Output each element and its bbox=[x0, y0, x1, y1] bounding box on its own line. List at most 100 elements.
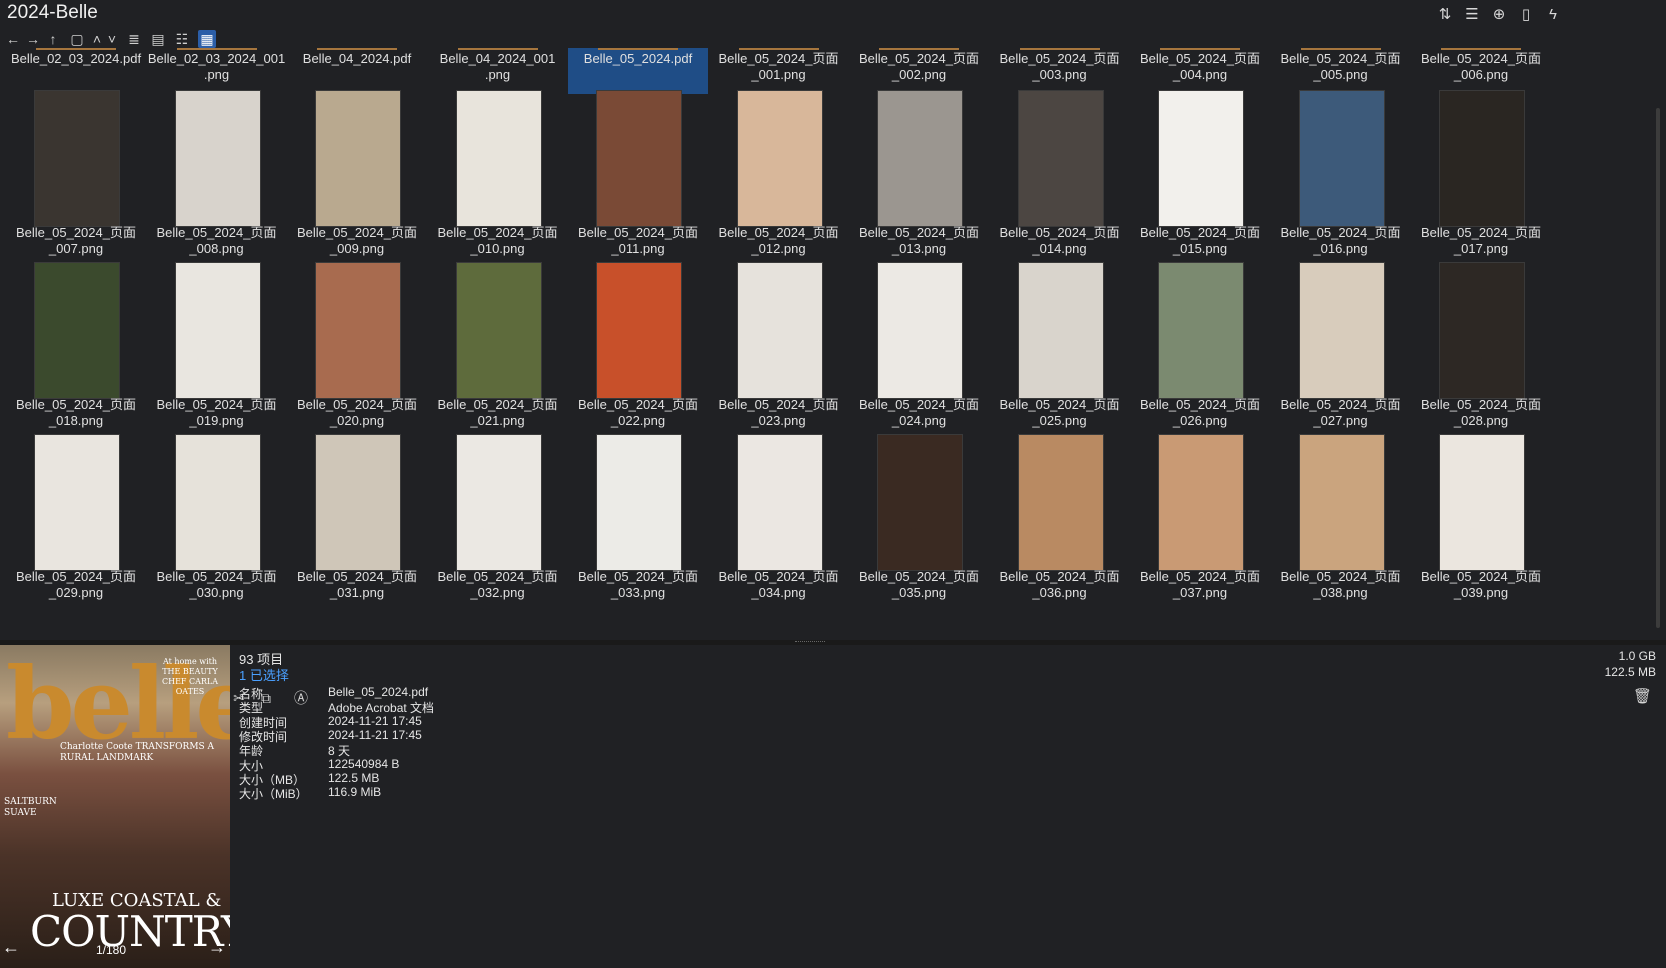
file-item[interactable]: Belle_05_2024_页面 _029.png bbox=[6, 430, 146, 611]
file-item[interactable]: Belle_05_2024_页面 _014.png bbox=[990, 86, 1130, 267]
file-name: Belle_05_2024_页面 _012.png bbox=[718, 225, 839, 256]
file-item[interactable]: Belle_05_2024_页面 _018.png bbox=[6, 258, 146, 439]
file-name: Belle_05_2024_页面 _035.png bbox=[859, 569, 979, 600]
thumbnail-edge bbox=[1160, 48, 1240, 50]
file-item[interactable]: Belle_05_2024_页面 _009.png bbox=[287, 86, 427, 267]
file-item[interactable]: Belle_05_2024_页面 _036.png bbox=[990, 430, 1130, 611]
rename-icon[interactable]: Ⓐ bbox=[292, 689, 310, 707]
forward-icon[interactable]: → bbox=[24, 30, 42, 48]
file-name: Belle_05_2024_页面 _001.png bbox=[718, 51, 839, 82]
file-thumbnail bbox=[596, 434, 682, 571]
thumbnail-edge bbox=[176, 48, 257, 50]
file-item[interactable]: Belle_05_2024_页面 _035.png bbox=[849, 430, 989, 611]
file-grid: Belle_02_03_2024.pdf Belle_02_03_2024_001… bbox=[0, 48, 1650, 640]
file-item[interactable]: Belle_05_2024_页面 _019.png bbox=[147, 258, 287, 439]
file-name: Belle_05_2024_页面 _025.png bbox=[999, 397, 1120, 428]
sort-icon[interactable]: ⇅ bbox=[1435, 5, 1455, 25]
thumbnail-edge bbox=[1441, 48, 1521, 50]
file-item[interactable]: Belle_05_2024_页面 _020.png bbox=[287, 258, 427, 439]
file-item[interactable]: Belle_05_2024_页面 _039.png bbox=[1411, 430, 1551, 611]
thumbnail-edge bbox=[317, 48, 397, 50]
file-item[interactable]: Belle_05_2024_页面 _010.png bbox=[428, 86, 568, 267]
file-item[interactable]: Belle_05_2024_页面 _026.png bbox=[1130, 258, 1270, 439]
file-item[interactable]: Belle_05_2024_页面 _012.png bbox=[709, 86, 849, 267]
file-name: Belle_04_2024.pdf bbox=[302, 51, 412, 66]
file-thumbnail bbox=[174, 90, 261, 227]
tiles-view-icon[interactable]: ▤ bbox=[149, 30, 167, 48]
file-thumbnail bbox=[596, 90, 682, 227]
file-name: Belle_05_2024_页面 _014.png bbox=[999, 225, 1120, 256]
file-name: Belle_05_2024_页面 _032.png bbox=[437, 569, 558, 600]
file-item[interactable]: Belle_05_2024_页面 _015.png bbox=[1130, 86, 1270, 267]
details-view-icon[interactable]: ☰ bbox=[1462, 5, 1482, 25]
file-item[interactable]: Belle_05_2024_页面 _034.png bbox=[709, 430, 849, 611]
file-thumbnail bbox=[174, 262, 261, 399]
file-thumbnail bbox=[1158, 434, 1244, 571]
file-name: Belle_05_2024_页面 _003.png bbox=[999, 51, 1120, 82]
file-name: Belle_05_2024_页面 _010.png bbox=[437, 225, 558, 256]
file-item[interactable]: Belle_05_2024_页面 _033.png bbox=[568, 430, 708, 611]
file-thumbnail bbox=[736, 90, 823, 227]
file-item[interactable]: Belle_05_2024_页面 _038.png bbox=[1271, 430, 1411, 611]
property-value: 122540984 B bbox=[328, 756, 400, 771]
chevron-down-icon[interactable]: ˅ bbox=[103, 30, 121, 48]
file-name: Belle_05_2024_页面 _015.png bbox=[1140, 225, 1260, 256]
tree-view-icon[interactable]: ☷ bbox=[173, 30, 191, 48]
grid-view-icon[interactable]: ▦ bbox=[198, 30, 216, 48]
file-name: Belle_05_2024_页面 _024.png bbox=[859, 397, 979, 428]
file-thumbnail bbox=[1017, 434, 1104, 571]
file-thumbnail bbox=[34, 434, 120, 571]
file-item[interactable]: Belle_05_2024_页面 _013.png bbox=[849, 86, 989, 267]
copy-path-icon[interactable]: ▢ bbox=[68, 30, 86, 48]
file-item[interactable]: Belle_05_2024_页面 _022.png bbox=[568, 258, 708, 439]
trash-icon[interactable]: 🗑 bbox=[1633, 687, 1652, 705]
file-item[interactable]: Belle_05_2024_页面 _024.png bbox=[849, 258, 989, 439]
file-name: Belle_02_03_2024_001 .png bbox=[147, 51, 286, 82]
property-value: 116.9 MiB bbox=[328, 785, 382, 800]
file-thumbnail bbox=[736, 262, 823, 399]
file-name: Belle_05_2024_页面 _036.png bbox=[999, 569, 1120, 600]
file-item[interactable]: Belle_05_2024_页面 _031.png bbox=[287, 430, 427, 611]
file-item[interactable]: Belle_05_2024_页面 _021.png bbox=[428, 258, 568, 439]
preview-prev-icon[interactable]: ← bbox=[2, 936, 20, 958]
file-name: Belle_05_2024_页面 _034.png bbox=[718, 569, 839, 600]
clipboard-icon[interactable]: ▯ bbox=[1516, 5, 1536, 25]
preview-pane: belle At home with THE BEAUTY CHEF CARLA… bbox=[0, 645, 230, 968]
cover-tagline: At home with THE BEAUTY CHEF CARLA OATES bbox=[161, 657, 219, 696]
file-item[interactable]: Belle_05_2024_页面 _030.png bbox=[147, 430, 287, 611]
file-item[interactable]: Belle_05_2024_页面 _025.png bbox=[990, 258, 1130, 439]
file-thumbnail bbox=[877, 90, 963, 227]
file-item[interactable]: Belle_05_2024_页面 _017.png bbox=[1411, 86, 1551, 267]
add-icon[interactable]: ⊕ bbox=[1489, 5, 1509, 25]
file-item[interactable]: Belle_05_2024_页面 _023.png bbox=[709, 258, 849, 439]
file-name: Belle_05_2024_页面 _039.png bbox=[1421, 569, 1541, 600]
selected-count[interactable]: 1 已选择 bbox=[239, 665, 289, 684]
file-name: Belle_05_2024_页面 _013.png bbox=[859, 225, 979, 256]
thumbnail-edge bbox=[598, 48, 678, 50]
vertical-scrollbar[interactable] bbox=[1652, 48, 1664, 640]
file-item[interactable]: Belle_05_2024_页面 _027.png bbox=[1271, 258, 1411, 439]
file-thumbnail bbox=[736, 434, 823, 571]
file-item[interactable]: Belle_05_2024_页面 _011.png bbox=[568, 86, 708, 267]
thumbnail-edge bbox=[1300, 48, 1381, 50]
back-icon[interactable]: ← bbox=[4, 30, 22, 48]
splitter-grip[interactable] bbox=[795, 641, 825, 644]
file-item[interactable]: Belle_05_2024_页面 _016.png bbox=[1271, 86, 1411, 267]
file-item[interactable]: Belle_05_2024_页面 _032.png bbox=[428, 430, 568, 611]
preview-page-counter: 1/180 bbox=[96, 943, 127, 957]
file-item[interactable]: Belle_05_2024_页面 _008.png bbox=[147, 86, 287, 267]
file-thumbnail bbox=[1158, 90, 1244, 227]
up-icon[interactable]: ↑ bbox=[44, 30, 62, 48]
file-item[interactable]: Belle_05_2024_页面 _007.png bbox=[6, 86, 146, 267]
file-name: Belle_05_2024_页面 _016.png bbox=[1280, 225, 1401, 256]
flash-icon[interactable]: ϟ bbox=[1543, 5, 1563, 25]
scroll-thumb[interactable] bbox=[1656, 108, 1660, 628]
preview-next-icon[interactable]: → bbox=[208, 936, 226, 958]
property-value: Belle_05_2024.pdf bbox=[328, 685, 429, 699]
file-item[interactable]: Belle_05_2024_页面 _028.png bbox=[1411, 258, 1551, 439]
file-thumbnail bbox=[1439, 262, 1525, 399]
list-view-icon[interactable]: ≣ bbox=[125, 30, 143, 48]
file-item[interactable]: Belle_05_2024_页面 _037.png bbox=[1130, 430, 1270, 611]
file-name: Belle_05_2024_页面 _033.png bbox=[578, 569, 698, 600]
file-name: Belle_05_2024.pdf bbox=[583, 51, 693, 66]
